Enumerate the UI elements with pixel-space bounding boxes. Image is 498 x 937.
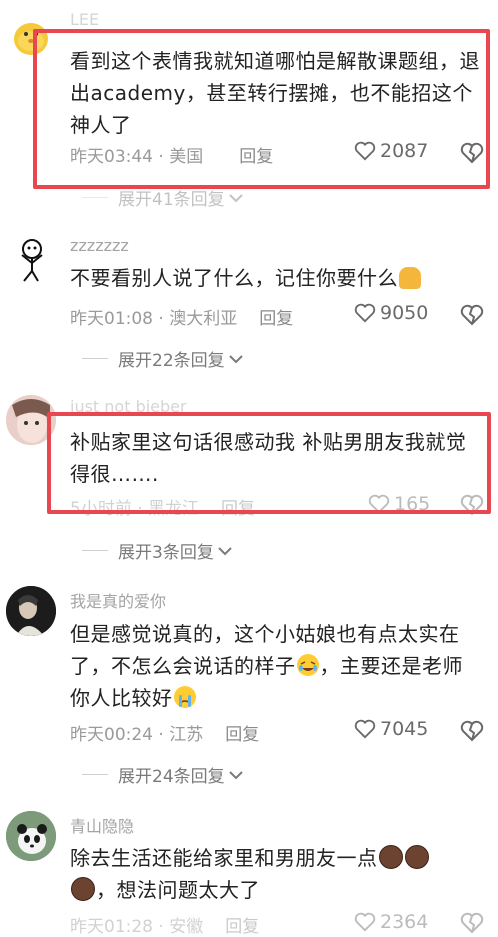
expand-label: 展开3条回复 (118, 543, 214, 563)
comment-text-part1: 除去生活还能给家里和男朋友一点 (70, 846, 378, 870)
comment-text: 补贴家里这句话很感动我 补贴男朋友我就觉得很……. (70, 430, 467, 486)
heart-outline-icon (354, 719, 376, 739)
heart-outline-icon (354, 303, 376, 323)
time-location: 昨天00:24 · 江苏 (70, 725, 204, 745)
username[interactable]: 我是真的爱你 (70, 588, 166, 612)
like-button[interactable]: 165 (368, 493, 430, 515)
expand-replies[interactable]: 展开24条回复 (82, 762, 244, 787)
divider-line (82, 550, 108, 551)
like-count: 165 (394, 493, 431, 515)
like-count: 7045 (380, 718, 429, 740)
laugh-cry-emoji-icon (296, 654, 319, 676)
brown-face-emoji-icon (71, 877, 95, 901)
chevron-down-icon (228, 770, 243, 779)
chevron-down-icon (218, 546, 232, 555)
reply-button[interactable]: 回复 (239, 142, 273, 167)
like-button[interactable]: 9050 (354, 302, 428, 324)
dislike-heart-icon[interactable] (460, 494, 484, 516)
like-button[interactable]: 7045 (354, 718, 428, 740)
avatar[interactable] (6, 12, 56, 62)
avatar[interactable] (6, 811, 56, 861)
reply-button[interactable]: 回复 (225, 912, 259, 937)
like-button[interactable]: 2087 (354, 140, 428, 162)
heart-outline-icon (354, 912, 376, 932)
expand-label: 展开24条回复 (118, 767, 225, 787)
username[interactable]: just not bieber (70, 397, 187, 416)
comment-text-part2: ，想法问题太大了 (96, 878, 260, 902)
expand-label: 展开41条回复 (118, 190, 225, 210)
reply-button[interactable]: 回复 (225, 720, 259, 745)
username[interactable]: zzzzzzz (70, 236, 129, 255)
avatar[interactable] (6, 233, 56, 283)
comment-meta: 昨天01:28 · 安徽 回复 (70, 912, 259, 937)
time-location: 昨天01:28 · 安徽 (70, 917, 204, 937)
like-count: 9050 (380, 302, 429, 324)
comment-meta: 5小时前 · 黑龙江 回复 (70, 494, 255, 519)
heart-outline-icon (368, 494, 390, 514)
crying-emoji-icon (173, 686, 196, 708)
divider-line (82, 358, 108, 359)
comment-text-body: 不要看别人说了什么，记住你要什么 (70, 266, 398, 290)
time-location: 5小时前 · 黑龙江 (70, 499, 200, 519)
expand-replies[interactable]: 展开3条回复 (82, 538, 233, 563)
heart-outline-icon (354, 141, 376, 161)
chevron-down-icon (228, 193, 243, 202)
avatar[interactable] (6, 395, 56, 445)
chevron-down-icon (228, 354, 243, 363)
comment-meta: 昨天01:08 · 澳大利亚 回复 (70, 304, 293, 329)
comment-text: 除去生活还能给家里和男朋友一点 ，想法问题太大了 (70, 842, 482, 906)
expand-replies[interactable]: 展开22条回复 (82, 346, 244, 371)
comment-text: 但是感觉说真的，这个小姑娘也有点太实在了，不怎么会说话的样子 ，主要还是老师你人比… (70, 618, 482, 714)
comment-text: 不要看别人说了什么，记住你要什么 (70, 262, 482, 294)
comment-text: 看到这个表情我就知道哪怕是解散课题组，退出academy，甚至转行摆摊，也不能招… (70, 49, 480, 137)
hands-emoji-icon (399, 267, 421, 289)
expand-label: 展开22条回复 (118, 351, 225, 371)
divider-line (82, 774, 108, 775)
dislike-heart-icon[interactable] (460, 142, 484, 164)
divider-line (82, 197, 108, 198)
reply-button[interactable]: 回复 (221, 494, 255, 519)
dislike-heart-icon[interactable] (460, 912, 484, 934)
comment-meta: 昨天03:44 · 美国 回复 (70, 142, 273, 167)
comment-meta: 昨天00:24 · 江苏 回复 (70, 720, 259, 745)
reply-button[interactable]: 回复 (259, 304, 293, 329)
avatar[interactable] (6, 586, 56, 636)
username[interactable]: 青山隐隐 (70, 813, 134, 837)
username[interactable]: LEE (70, 10, 99, 29)
time-location: 昨天03:44 · 美国 (70, 147, 204, 167)
dislike-heart-icon[interactable] (460, 720, 484, 742)
time-location: 昨天01:08 · 澳大利亚 (70, 309, 238, 329)
dislike-heart-icon[interactable] (460, 304, 484, 326)
brown-face-emoji-icon (378, 845, 403, 869)
expand-replies[interactable]: 展开41条回复 (82, 185, 244, 210)
like-count: 2087 (380, 140, 429, 162)
brown-face-emoji-icon (404, 845, 429, 869)
